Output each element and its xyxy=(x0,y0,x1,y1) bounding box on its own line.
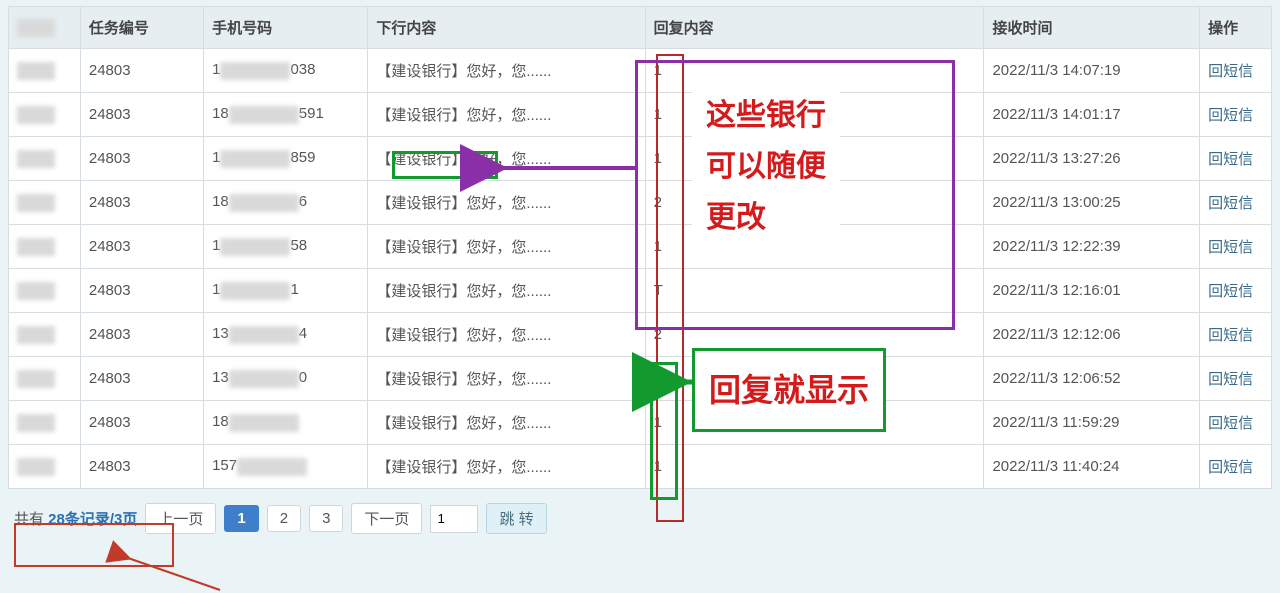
sms-table: xx 任务编号 手机号码 下行内容 回复内容 接收时间 操作 x248031x0… xyxy=(8,6,1272,489)
cell-task: 24803 xyxy=(80,357,203,401)
annotation-text-bank-change: 这些银行 可以随便 更改 xyxy=(692,80,840,253)
table-row[interactable]: x2480318x591【建设银行】您好，您......12022/11/3 1… xyxy=(9,93,1272,137)
cell-time: 2022/11/3 11:59:29 xyxy=(984,401,1200,445)
cell-phone: 1x1 xyxy=(204,269,368,313)
cell-blank: x xyxy=(9,49,81,93)
col-content[interactable]: 下行内容 xyxy=(368,7,645,49)
cell-task: 24803 xyxy=(80,225,203,269)
cell-blank: x xyxy=(9,269,81,313)
reply-sms-link[interactable]: 回短信 xyxy=(1200,313,1272,357)
pagination: 共有 28条记录/3页 上一页 1 2 3 下一页 跳 转 xyxy=(8,489,1272,548)
cell-phone: 1x859 xyxy=(204,137,368,181)
cell-task: 24803 xyxy=(80,269,203,313)
cell-blank: x xyxy=(9,357,81,401)
cell-time: 2022/11/3 11:40:24 xyxy=(984,445,1200,489)
reply-sms-link[interactable]: 回短信 xyxy=(1200,93,1272,137)
cell-content: 【建设银行】您好，您...... xyxy=(368,313,645,357)
table-row[interactable]: x2480313x4【建设银行】您好，您......22022/11/3 12:… xyxy=(9,313,1272,357)
reply-sms-link[interactable]: 回短信 xyxy=(1200,49,1272,93)
cell-blank: x xyxy=(9,181,81,225)
cell-content: 【建设银行】您好，您...... xyxy=(368,401,645,445)
table-row[interactable]: x2480318x6【建设银行】您好，您......22022/11/3 13:… xyxy=(9,181,1272,225)
cell-time: 2022/11/3 12:06:52 xyxy=(984,357,1200,401)
cell-time: 2022/11/3 13:00:25 xyxy=(984,181,1200,225)
cell-content: 【建设银行】您好，您...... xyxy=(368,137,645,181)
cell-phone: 18x xyxy=(204,401,368,445)
cell-content: 【建设银行】您好，您...... xyxy=(368,93,645,137)
cell-phone: 13x0 xyxy=(204,357,368,401)
table-row[interactable]: x2480318x【建设银行】您好，您......12022/11/3 11:5… xyxy=(9,401,1272,445)
col-blank: xx xyxy=(9,7,81,49)
table-row[interactable]: x248031x1【建设银行】您好，您......T2022/11/3 12:1… xyxy=(9,269,1272,313)
reply-sms-link[interactable]: 回短信 xyxy=(1200,445,1272,489)
cell-task: 24803 xyxy=(80,93,203,137)
col-task[interactable]: 任务编号 xyxy=(80,7,203,49)
cell-phone: 18x6 xyxy=(204,181,368,225)
reply-sms-link[interactable]: 回短信 xyxy=(1200,181,1272,225)
col-op: 操作 xyxy=(1200,7,1272,49)
prev-page-button[interactable]: 上一页 xyxy=(145,503,216,534)
cell-phone: 18x591 xyxy=(204,93,368,137)
annotation-text-reply-shows: 回复就显示 xyxy=(692,348,886,432)
reply-sms-link[interactable]: 回短信 xyxy=(1200,357,1272,401)
cell-time: 2022/11/3 14:07:19 xyxy=(984,49,1200,93)
reply-sms-link[interactable]: 回短信 xyxy=(1200,225,1272,269)
reply-sms-link[interactable]: 回短信 xyxy=(1200,269,1272,313)
reply-sms-link[interactable]: 回短信 xyxy=(1200,137,1272,181)
cell-task: 24803 xyxy=(80,445,203,489)
col-phone[interactable]: 手机号码 xyxy=(204,7,368,49)
cell-content: 【建设银行】您好，您...... xyxy=(368,49,645,93)
cell-phone: 1x58 xyxy=(204,225,368,269)
table-row[interactable]: x248031x859【建设银行】您好，您......12022/11/3 13… xyxy=(9,137,1272,181)
cell-time: 2022/11/3 14:01:17 xyxy=(984,93,1200,137)
cell-phone: 13x4 xyxy=(204,313,368,357)
table-row[interactable]: x248031x038【建设银行】您好，您......12022/11/3 14… xyxy=(9,49,1272,93)
cell-blank: x xyxy=(9,137,81,181)
cell-reply: 1 xyxy=(645,445,984,489)
jump-button[interactable]: 跳 转 xyxy=(486,503,546,534)
cell-blank: x xyxy=(9,93,81,137)
cell-task: 24803 xyxy=(80,313,203,357)
reply-sms-link[interactable]: 回短信 xyxy=(1200,401,1272,445)
cell-content: 【建设银行】您好，您...... xyxy=(368,445,645,489)
cell-content: 【建设银行】您好，您...... xyxy=(368,181,645,225)
cell-time: 2022/11/3 12:22:39 xyxy=(984,225,1200,269)
record-count: 共有 28条记录/3页 xyxy=(14,508,137,529)
cell-blank: x xyxy=(9,225,81,269)
col-reply[interactable]: 回复内容 xyxy=(645,7,984,49)
table-header-row: xx 任务编号 手机号码 下行内容 回复内容 接收时间 操作 xyxy=(9,7,1272,49)
page-3-button[interactable]: 3 xyxy=(309,505,343,532)
page-2-button[interactable]: 2 xyxy=(267,505,301,532)
cell-content: 【建设银行】您好，您...... xyxy=(368,269,645,313)
cell-task: 24803 xyxy=(80,401,203,445)
table-row[interactable]: x248031x58【建设银行】您好，您......12022/11/3 12:… xyxy=(9,225,1272,269)
cell-phone: 1x038 xyxy=(204,49,368,93)
col-time[interactable]: 接收时间 xyxy=(984,7,1200,49)
cell-blank: x xyxy=(9,445,81,489)
cell-content: 【建设银行】您好，您...... xyxy=(368,357,645,401)
cell-time: 2022/11/3 13:27:26 xyxy=(984,137,1200,181)
cell-time: 2022/11/3 12:12:06 xyxy=(984,313,1200,357)
table-row[interactable]: x24803157x【建设银行】您好，您......12022/11/3 11:… xyxy=(9,445,1272,489)
cell-blank: x xyxy=(9,401,81,445)
table-row[interactable]: x2480313x0【建设银行】您好，您......12022/11/3 12:… xyxy=(9,357,1272,401)
cell-blank: x xyxy=(9,313,81,357)
cell-task: 24803 xyxy=(80,137,203,181)
cell-reply: T xyxy=(645,269,984,313)
cell-task: 24803 xyxy=(80,181,203,225)
cell-phone: 157x xyxy=(204,445,368,489)
cell-content: 【建设银行】您好，您...... xyxy=(368,225,645,269)
page-jump-input[interactable] xyxy=(430,505,478,533)
next-page-button[interactable]: 下一页 xyxy=(351,503,422,534)
cell-time: 2022/11/3 12:16:01 xyxy=(984,269,1200,313)
cell-task: 24803 xyxy=(80,49,203,93)
page-1-button[interactable]: 1 xyxy=(224,505,258,532)
